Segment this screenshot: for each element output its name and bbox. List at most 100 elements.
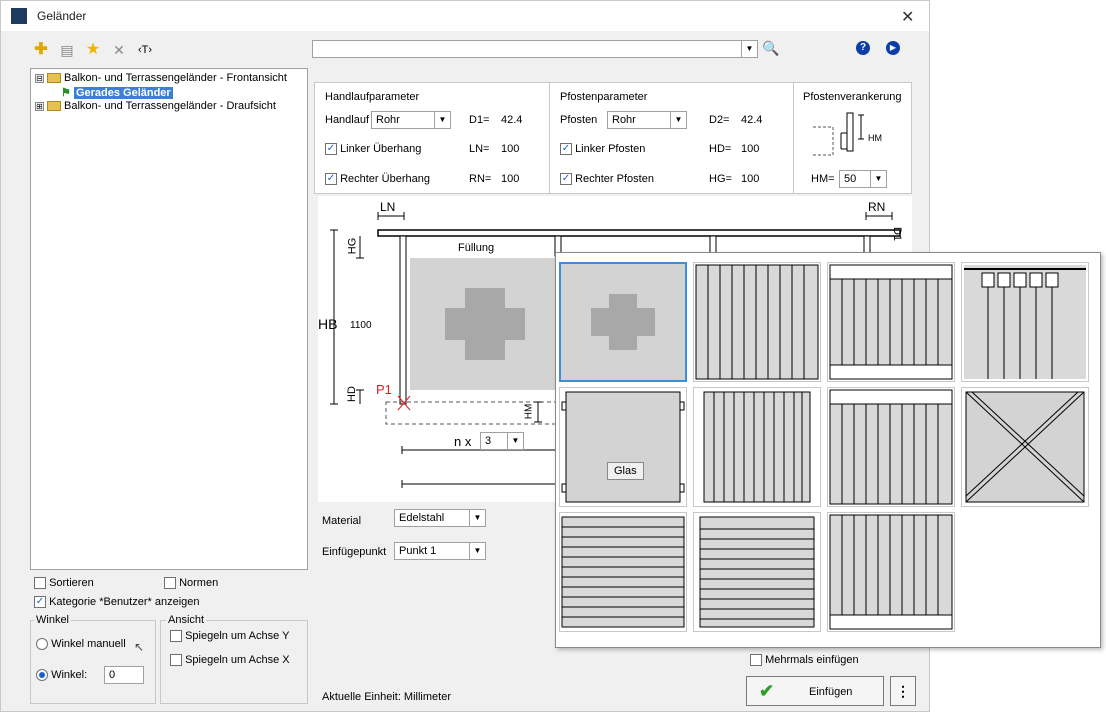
normen-checkbox[interactable]: Normen — [164, 577, 218, 590]
ln-dim-label: LN — [380, 200, 396, 214]
n-select[interactable]: 3 ▼ — [480, 432, 524, 450]
filling-dense-preview — [703, 391, 811, 503]
ln-value: 100 — [501, 143, 520, 155]
hg-value: 100 — [741, 173, 760, 185]
expand-icon[interactable]: ⊞ — [35, 101, 44, 111]
handlauf-label: Handlauf — [325, 114, 370, 126]
chevron-down-icon[interactable]: ▼ — [507, 433, 523, 449]
ansicht-group-title: Ansicht — [166, 614, 207, 626]
title-bar: Geländer ✕ — [1, 1, 929, 31]
pfosten-title: Pfostenparameter — [560, 91, 648, 103]
folder-icon — [47, 73, 61, 84]
filling-horizontal-framed-preview — [699, 516, 815, 628]
close-icon[interactable]: ✕ — [901, 7, 914, 27]
filling-option-horizontal-framed[interactable] — [693, 512, 821, 632]
rn-label: RN= — [469, 173, 492, 185]
checkmark-icon: ✔ — [759, 681, 775, 701]
text-tool-icon[interactable]: ‹T› — [134, 40, 156, 60]
sortieren-checkbox[interactable]: Sortieren — [34, 577, 94, 590]
filling-option-dense-bars[interactable] — [693, 387, 821, 507]
hd-label: HD= — [709, 143, 732, 155]
favorite-star-icon[interactable]: ★ — [82, 40, 104, 60]
d1-dim-label: D1 — [891, 226, 904, 242]
filling-cross-preview — [965, 391, 1085, 503]
cursor-pointer-icon: ↖ — [134, 640, 145, 654]
search-icon[interactable]: 🔍 — [762, 40, 779, 57]
fullung-label: Füllung — [458, 242, 495, 254]
winkel-input[interactable]: 0 — [104, 666, 144, 684]
d1-label: D1= — [469, 114, 490, 126]
einfuegen-button[interactable]: ✔ Einfügen — [746, 676, 884, 706]
filling-option-horizontal-bars[interactable] — [559, 512, 687, 632]
linker-ueberhang-checkbox[interactable]: ✓ Linker Überhang — [325, 143, 421, 156]
filling-option-greek-bottom[interactable] — [827, 512, 955, 632]
glas-label: Glas — [607, 462, 644, 480]
delete-icon[interactable]: ✕ — [108, 40, 130, 60]
category-tree[interactable]: ⊟ Balkon- und Terrassengeländer - Frontan… — [30, 68, 308, 570]
d2-label: D2= — [709, 114, 730, 126]
chevron-down-icon[interactable]: ▼ — [741, 41, 757, 57]
verankerung-title: Pfostenverankerung — [803, 91, 902, 103]
chevron-down-icon[interactable]: ▼ — [469, 543, 485, 559]
anchoring-diagram — [813, 112, 864, 156]
filling-squares-preview — [964, 265, 1086, 379]
add-icon[interactable]: ✚ — [30, 40, 52, 60]
spiegeln-y-checkbox[interactable]: Spiegeln um Achse Y — [170, 630, 289, 643]
linker-pfosten-checkbox[interactable]: ✓ Linker Pfosten — [560, 143, 645, 156]
rechter-pfosten-checkbox[interactable]: ✓ Rechter Pfosten — [560, 173, 654, 186]
hb-value: 1100 — [350, 320, 372, 331]
einfuegepunkt-label: Einfügepunkt — [322, 546, 387, 558]
hm-label: HM= — [811, 173, 835, 185]
spiegeln-x-checkbox[interactable]: Spiegeln um Achse X — [170, 654, 290, 667]
properties-icon[interactable]: ▤ — [56, 40, 78, 60]
winkel-group — [30, 620, 156, 704]
filling-option-greek-top[interactable] — [827, 387, 955, 507]
filling-option-squares-bars[interactable] — [961, 262, 1089, 382]
filling-option-vertical-bars[interactable] — [693, 262, 821, 382]
chevron-down-icon[interactable]: ▼ — [870, 171, 886, 187]
filling-option-greek-bars[interactable] — [827, 262, 955, 382]
kategorie-checkbox[interactable]: ✓ Kategorie *Benutzer* anzeigen — [34, 596, 200, 609]
rn-dim-label: RN — [868, 200, 886, 214]
winkel-group-title: Winkel — [34, 614, 72, 626]
more-options-button[interactable]: ⋮ — [890, 676, 916, 706]
filling-plus-preview — [561, 264, 685, 380]
info-next-icon[interactable]: ▶ — [886, 41, 900, 55]
hb-dim-label: HB — [318, 316, 338, 332]
filling-greek-bottom-preview — [829, 514, 953, 630]
handlauf-select[interactable]: Rohr ▼ — [371, 111, 451, 129]
tree-item-gerades-gelaender[interactable]: ⚑ Gerades Geländer — [61, 86, 173, 100]
n-label: n x — [454, 434, 472, 449]
railing-item-icon: ⚑ — [61, 87, 71, 99]
d1-value: 42.4 — [501, 114, 523, 126]
hd-dim-label: HD — [345, 386, 358, 402]
pfosten-select[interactable]: Rohr ▼ — [607, 111, 687, 129]
chevron-down-icon[interactable]: ▼ — [434, 112, 450, 128]
mehrmals-checkbox[interactable]: Mehrmals einfügen — [750, 654, 859, 667]
tree-item-frontansicht[interactable]: ⊟ Balkon- und Terrassengeländer - Frontan… — [35, 72, 287, 86]
winkel-manuell-radio[interactable]: Winkel manuell — [36, 638, 126, 651]
app-icon — [11, 8, 27, 24]
filling-picker-popup[interactable]: Glas — [555, 252, 1101, 648]
hd-value: 100 — [741, 143, 760, 155]
help-icon[interactable]: ? — [856, 41, 870, 55]
material-select[interactable]: Edelstahl ▼ — [394, 509, 486, 527]
material-label: Material — [322, 515, 362, 527]
hm-diagram-label: HM — [868, 133, 882, 143]
filling-option-plus[interactable] — [559, 262, 687, 382]
rechter-ueberhang-checkbox[interactable]: ✓ Rechter Überhang — [325, 173, 430, 186]
collapse-icon[interactable]: ⊟ — [35, 73, 44, 83]
hg-label: HG= — [709, 173, 732, 185]
filling-option-glass[interactable]: Glas — [559, 387, 687, 507]
search-combo[interactable]: ▼ — [312, 40, 758, 58]
filling-greek-top-preview — [829, 389, 953, 505]
tree-item-draufsicht[interactable]: ⊞ Balkon- und Terrassengeländer - Draufsi… — [35, 100, 276, 114]
hm-select[interactable]: 50 ▼ — [839, 170, 887, 188]
hm-dim-label: HM — [523, 403, 535, 420]
d2-value: 42.4 — [741, 114, 763, 126]
winkel-radio[interactable]: Winkel: — [36, 669, 87, 682]
chevron-down-icon[interactable]: ▼ — [670, 112, 686, 128]
einfuegepunkt-select[interactable]: Punkt 1 ▼ — [394, 542, 486, 560]
filling-option-cross[interactable] — [961, 387, 1089, 507]
chevron-down-icon[interactable]: ▼ — [469, 510, 485, 526]
